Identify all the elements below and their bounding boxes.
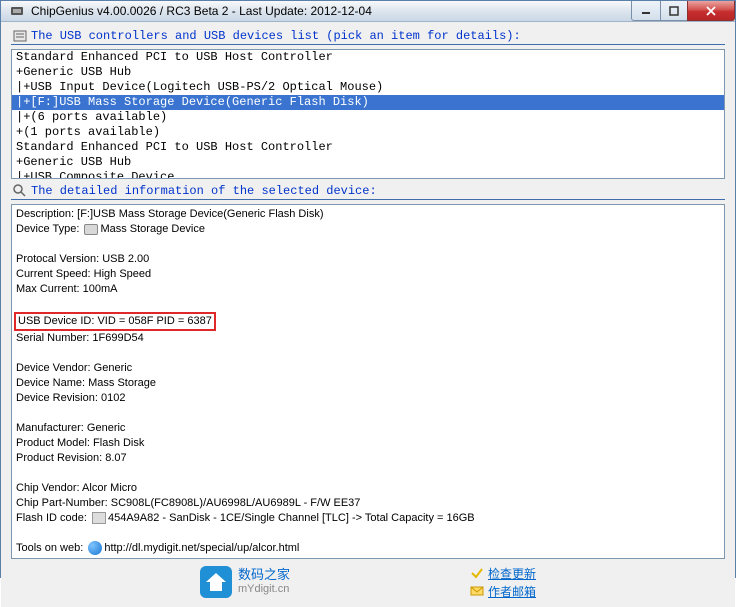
detail-manufacturer: Manufacturer: Generic xyxy=(16,421,720,436)
list-item[interactable]: Standard Enhanced PCI to USB Host Contro… xyxy=(12,140,724,155)
close-button[interactable] xyxy=(687,1,735,21)
detail-devtype: Device Type: Mass Storage Device xyxy=(16,222,720,237)
detail-deviceid-row: USB Device ID: VID = 058F PID = 6387 xyxy=(16,312,720,331)
footer-brand[interactable]: 数码之家 mYdigit.cn xyxy=(200,566,290,598)
titlebar[interactable]: ChipGenius v4.00.0026 / RC3 Beta 2 - Las… xyxy=(1,1,735,22)
author-mail-link[interactable]: 作者邮箱 xyxy=(470,583,536,600)
brand-logo xyxy=(200,566,232,598)
list-item[interactable]: +Generic USB Hub xyxy=(12,155,724,170)
detail-description: Description: [F:]USB Mass Storage Device… xyxy=(16,207,720,222)
list-header-text: The USB controllers and USB devices list… xyxy=(31,29,521,43)
app-icon xyxy=(9,3,25,19)
detail-speed: Current Speed: High Speed xyxy=(16,267,720,282)
list-item[interactable]: |+[F:]USB Mass Storage Device(Generic Fl… xyxy=(12,95,724,110)
detail-icon xyxy=(13,184,27,198)
detail-model: Product Model: Flash Disk xyxy=(16,436,720,451)
globe-icon xyxy=(88,541,102,555)
mail-icon xyxy=(470,584,484,598)
list-item[interactable]: |+(6 ports available) xyxy=(12,110,724,125)
list-item[interactable]: Standard Enhanced PCI to USB Host Contro… xyxy=(12,50,724,65)
list-header: The USB controllers and USB devices list… xyxy=(11,28,725,45)
window-title: ChipGenius v4.00.0026 / RC3 Beta 2 - Las… xyxy=(31,4,631,18)
list-item[interactable]: +(1 ports available) xyxy=(12,125,724,140)
maximize-button[interactable] xyxy=(660,1,688,21)
brand-cn: 数码之家 xyxy=(238,568,290,582)
detail-vendor: Device Vendor: Generic xyxy=(16,361,720,376)
brand-en: mYdigit.cn xyxy=(238,582,290,596)
check-update-link[interactable]: 检查更新 xyxy=(470,565,536,582)
list-item[interactable]: +Generic USB Hub xyxy=(12,65,724,80)
brand-text: 数码之家 mYdigit.cn xyxy=(238,568,290,596)
detail-box[interactable]: Description: [F:]USB Mass Storage Device… xyxy=(11,204,725,559)
detail-header: The detailed information of the selected… xyxy=(11,183,725,200)
footer: 数码之家 mYdigit.cn 检查更新 作者邮箱 xyxy=(11,563,725,603)
detail-maxcurrent: Max Current: 100mA xyxy=(16,282,720,297)
detail-devname: Device Name: Mass Storage xyxy=(16,376,720,391)
content-area: The USB controllers and USB devices list… xyxy=(1,22,735,607)
detail-header-text: The detailed information of the selected… xyxy=(31,184,377,198)
minimize-button[interactable] xyxy=(631,1,661,21)
flash-icon xyxy=(92,512,106,524)
device-id-highlight: USB Device ID: VID = 058F PID = 6387 xyxy=(14,312,216,331)
list-item[interactable]: |+USB Input Device(Logitech USB-PS/2 Opt… xyxy=(12,80,724,95)
device-list[interactable]: Standard Enhanced PCI to USB Host Contro… xyxy=(11,49,725,179)
detail-prodrev: Product Revision: 8.07 xyxy=(16,451,720,466)
detail-tools: Tools on web: http://dl.mydigit.net/spec… xyxy=(16,541,720,556)
footer-links: 检查更新 作者邮箱 xyxy=(470,565,536,600)
mass-storage-icon xyxy=(84,224,98,235)
list-item[interactable]: |+USB Composite Device xyxy=(12,170,724,179)
detail-chippart: Chip Part-Number: SC908L(FC8908L)/AU6998… xyxy=(16,496,720,511)
detail-chipvendor: Chip Vendor: Alcor Micro xyxy=(16,481,720,496)
window-controls xyxy=(631,1,735,21)
detail-serial: Serial Number: 1F699D54 xyxy=(16,331,720,346)
detail-protocol: Protocal Version: USB 2.00 xyxy=(16,252,720,267)
list-icon xyxy=(13,29,27,43)
window: ChipGenius v4.00.0026 / RC3 Beta 2 - Las… xyxy=(0,0,736,578)
detail-flashid: Flash ID code: 454A9A82 - SanDisk - 1CE/… xyxy=(16,511,720,526)
detail-revision: Device Revision: 0102 xyxy=(16,391,720,406)
